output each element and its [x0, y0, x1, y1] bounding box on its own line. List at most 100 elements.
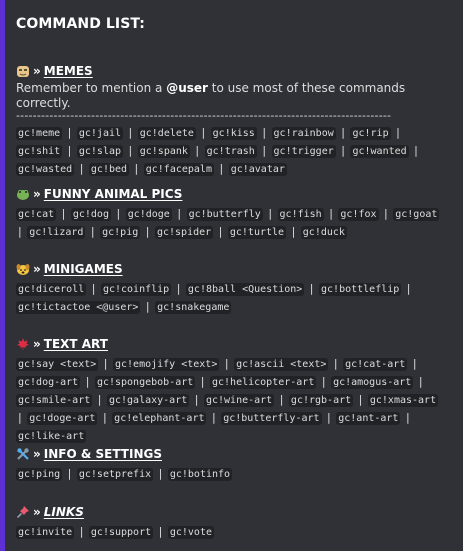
separator: | [414, 144, 418, 157]
command-code: gc!delete [137, 127, 196, 140]
command-code: gc!ping [16, 468, 63, 481]
command-code: gc!ascii <text> [234, 358, 329, 371]
separator: | [90, 225, 95, 238]
command-code: gc!fox [338, 208, 379, 221]
command-code: gc!wanted [350, 145, 409, 158]
memes-description: Remember to mention a @user to use most … [16, 81, 406, 110]
command-code: gc!pig [100, 226, 141, 239]
command-code: gc!diceroll [16, 283, 87, 296]
command-code: gc!trash [204, 145, 257, 158]
separator: | [201, 126, 206, 139]
separator: | [79, 525, 84, 538]
commands-funny-animal-pics: gc!cat | gc!dog | gc!doge | gc!butterfly… [16, 205, 444, 241]
command-code: gc!slap [76, 145, 124, 158]
separator: | [291, 225, 296, 238]
separator: | [158, 467, 163, 480]
section-info-settings: » INFO & SETTINGS gc!ping | gc!setprefix… [16, 445, 453, 483]
command-code: gc!ant-art [336, 412, 401, 425]
separator: | [219, 162, 224, 175]
section-header: » MEMES [16, 62, 453, 80]
separator: | [67, 126, 72, 139]
command-code: gc!wasted [16, 163, 75, 176]
separator: | [128, 144, 133, 157]
separator: | [412, 357, 417, 370]
separator: | [194, 393, 199, 406]
separator: | [103, 357, 108, 370]
command-code: gc!lizard [27, 226, 86, 239]
separator: | [67, 467, 72, 480]
section-title-text-art: TEXT ART [43, 337, 108, 351]
separator: | [218, 225, 223, 238]
tools-icon [17, 448, 29, 460]
command-code: gc!doge-art [27, 412, 98, 425]
section-title-memes: MEMES [43, 64, 93, 78]
separator: | [18, 225, 22, 238]
command-code: gc!amogus-art [331, 376, 414, 389]
section-header: » FUNNY ANIMAL PICS [16, 185, 453, 203]
command-code: gc!doge [125, 208, 172, 221]
separator: | [396, 126, 400, 139]
command-code: gc!cat-art [343, 358, 408, 371]
separator: | [176, 282, 181, 295]
section-title-links: LINKS [43, 505, 84, 519]
separator: | [406, 282, 411, 295]
separator: | [116, 207, 121, 220]
section-header: » TEXT ART [16, 335, 453, 353]
separator: | [384, 207, 388, 220]
command-code: gc!smile-art [16, 394, 93, 407]
separator: | [97, 393, 102, 406]
separator: | [341, 126, 345, 139]
command-code: gc!xmas-art [367, 394, 439, 407]
section-title-funny-animal-pics: FUNNY ANIMAL PICS [43, 187, 183, 201]
separator: | [18, 411, 22, 424]
separator: | [85, 375, 90, 388]
separator: | [262, 144, 267, 157]
command-code: gc!bed [88, 163, 130, 176]
command-code: gc!setprefix [76, 468, 154, 481]
command-code: gc!invite [16, 526, 75, 539]
command-code: gc!vote [167, 526, 214, 539]
commands-memes: gc!meme | gc!jail | gc!delete | gc!kiss … [16, 124, 444, 178]
section-title-minigames: MINIGAMES [43, 262, 123, 276]
command-code: gc!butterfly [186, 208, 263, 221]
command-code: gc!meme [16, 127, 63, 140]
separator: | [329, 207, 333, 220]
command-code: gc!avatar [228, 163, 287, 176]
pushpin-icon [16, 506, 29, 519]
separator: | [158, 525, 163, 538]
command-code: gc!snakegame [155, 301, 232, 314]
separator: | [200, 375, 205, 388]
command-code: gc!butterfly-art [221, 412, 322, 425]
command-code: gc!goat [393, 208, 440, 221]
divider-dashes: ----------------------------------------… [16, 109, 392, 122]
separator: | [333, 357, 338, 370]
command-code: gc!dog [70, 208, 111, 221]
separator: | [145, 225, 150, 238]
separator: | [177, 207, 182, 220]
separator: | [268, 207, 273, 220]
section-funny-animal-pics: » FUNNY ANIMAL PICS gc!cat | gc!dog | gc… [16, 185, 453, 241]
command-code: gc!rip [350, 127, 391, 140]
command-code: gc!jail [76, 127, 124, 140]
separator: | [418, 375, 423, 388]
separator: | [79, 162, 84, 175]
separator: | [327, 411, 331, 424]
commands-links: gc!invite | gc!support | gc!vote [16, 523, 444, 541]
separator: | [309, 282, 314, 295]
section-links: » LINKS gc!invite | gc!support | gc!vote [16, 503, 453, 541]
command-code: gc!wine-art [203, 394, 275, 407]
separator: | [341, 144, 345, 157]
separator: | [128, 126, 133, 139]
separator: | [67, 144, 72, 157]
command-code: gc!kiss [210, 127, 257, 140]
section-text-art: » TEXT ART gc!say <text> | gc!emojify <t… [16, 335, 453, 445]
separator: | [61, 207, 66, 220]
command-code: gc!helicopter-art [209, 376, 317, 389]
command-code: gc!elephant-art [112, 412, 207, 425]
separator: | [195, 144, 200, 157]
user-mention: @user [166, 81, 208, 95]
embed-title: COMMAND LIST: [16, 16, 145, 32]
separator: | [279, 393, 284, 406]
separator: | [405, 411, 410, 424]
separator: | [262, 126, 267, 139]
